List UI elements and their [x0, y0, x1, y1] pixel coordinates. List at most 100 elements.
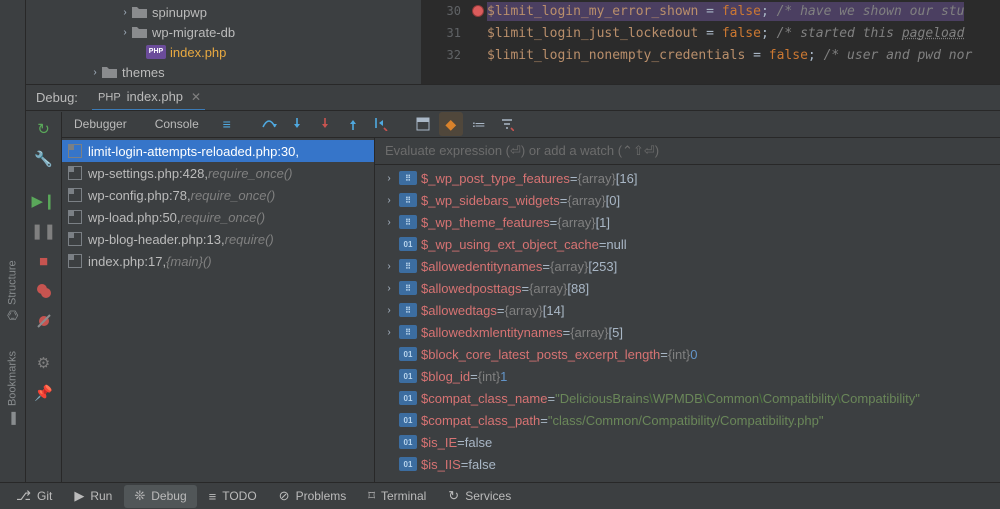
status-item-problems[interactable]: ⊘Problems [269, 485, 357, 508]
var-type-icon: ⠿ [399, 303, 417, 317]
bookmark-icon: ❚ [5, 411, 20, 426]
var-name: $allowedxmlentitynames [421, 325, 563, 340]
variable-row[interactable]: ›⠿$allowedxmlentitynames = {array} [5] [375, 321, 1000, 343]
expand-arrow-icon[interactable]: › [383, 261, 395, 272]
tab-debugger[interactable]: Debugger [62, 110, 139, 138]
mute-breakpoints-button[interactable] [30, 308, 58, 334]
variable-row[interactable]: 01$is_IE = false [375, 431, 1000, 453]
var-type-icon: 01 [399, 413, 417, 427]
project-item[interactable]: PHPindex.php [26, 42, 421, 62]
variable-row[interactable]: ›⠿$_wp_sidebars_widgets = {array} [0] [375, 189, 1000, 211]
variable-row[interactable]: ›⠿$allowedposttags = {array} [88] [375, 277, 1000, 299]
expand-arrow-icon[interactable]: › [383, 283, 395, 294]
frame-file: wp-config.php:78, [88, 188, 191, 203]
status-item-services[interactable]: ↻Services [438, 485, 521, 508]
code-editor[interactable]: 30$limit_login_my_error_shown = false; /… [421, 0, 1000, 84]
tab-console[interactable]: Console [143, 110, 211, 138]
stack-frame[interactable]: wp-settings.php:428, require_once() [62, 162, 374, 184]
expand-arrow-icon[interactable]: › [383, 305, 395, 316]
var-type: {array} [570, 325, 608, 340]
expand-arrow-icon[interactable]: › [383, 173, 395, 184]
structure-tool[interactable]: ⌬ Structure [5, 260, 20, 321]
stack-frame[interactable]: wp-config.php:78, require_once() [62, 184, 374, 206]
variable-row[interactable]: ›⠿$allowedtags = {array} [14] [375, 299, 1000, 321]
expand-arrow-icon[interactable]: › [383, 217, 395, 228]
bookmarks-tool[interactable]: ❚ Bookmarks [5, 351, 20, 426]
var-type: {array} [529, 281, 567, 296]
expand-arrow-icon[interactable]: › [383, 195, 395, 206]
services-icon: ↻ [448, 488, 459, 504]
expand-arrow-icon[interactable]: › [383, 327, 395, 338]
pin-button[interactable]: 📌 [30, 380, 58, 406]
var-name: $_wp_using_ext_object_cache [421, 237, 599, 252]
variable-row[interactable]: 01$_wp_using_ext_object_cache = null [375, 233, 1000, 255]
debug-file-tab[interactable]: PHP index.php ✕ [92, 85, 205, 111]
var-name: $blog_id [421, 369, 470, 384]
breakpoint-icon[interactable] [469, 5, 487, 17]
step-into-icon[interactable] [285, 112, 309, 136]
filter-settings-icon[interactable] [495, 112, 519, 136]
pause-button[interactable]: ❚❚ [30, 218, 58, 244]
resume-button[interactable]: ▶❙ [30, 188, 58, 214]
stop-button[interactable]: ■ [30, 248, 58, 274]
variable-row[interactable]: 01$blog_id = {int} 1 [375, 365, 1000, 387]
variable-row[interactable]: ›⠿$_wp_theme_features = {array} [1] [375, 211, 1000, 233]
var-name: $allowedposttags [421, 281, 521, 296]
stack-frame[interactable]: limit-login-attempts-reloaded.php:30, [62, 140, 374, 162]
var-count: [5] [609, 325, 623, 340]
var-value: false [468, 457, 495, 472]
code-line[interactable]: 31$limit_login_just_lockedout = false; /… [421, 22, 1000, 44]
variable-row[interactable]: 01$is_IIS = false [375, 453, 1000, 475]
frame-func: require_once() [181, 210, 266, 225]
variable-row[interactable]: 01$compat_class_name = "DeliciousBrains\… [375, 387, 1000, 409]
code-line[interactable]: 32$limit_login_nonempty_credentials = fa… [421, 44, 1000, 66]
view-breakpoints-button[interactable] [30, 278, 58, 304]
status-item-terminal[interactable]: ⌑Terminal [358, 485, 436, 508]
status-item-run[interactable]: ▶Run [64, 485, 122, 508]
frame-file: wp-blog-header.php:13, [88, 232, 225, 247]
var-type-icon: ⠿ [399, 325, 417, 339]
status-item-git[interactable]: ⎇Git [6, 485, 62, 508]
project-tree[interactable]: ›spinupwp›wp-migrate-dbPHPindex.php›them… [26, 0, 421, 84]
settings-button[interactable]: 🔧 [30, 146, 58, 172]
frame-func: require_once() [208, 166, 293, 181]
close-icon[interactable]: ✕ [191, 90, 201, 104]
run-to-cursor-icon[interactable] [369, 112, 393, 136]
variable-row[interactable]: ›⠿$_wp_post_type_features = {array} [16] [375, 167, 1000, 189]
list-icon[interactable]: ≔ [467, 112, 491, 136]
rerun-button[interactable]: ↻ [30, 116, 58, 142]
force-step-into-icon[interactable] [313, 112, 337, 136]
bookmarks-label: Bookmarks [7, 351, 19, 406]
evaluate-icon[interactable] [411, 112, 435, 136]
php-icon: PHP [146, 45, 166, 59]
variables-panel: Evaluate expression (⏎) or add a watch (… [375, 138, 1000, 509]
variable-row[interactable]: 01$compat_class_path = "class/Common/Com… [375, 409, 1000, 431]
stack-frame[interactable]: wp-load.php:50, require_once() [62, 206, 374, 228]
project-item-label: spinupwp [152, 5, 207, 20]
var-value: "DeliciousBrains\WPMDB\Common\Compatibil… [555, 391, 920, 406]
code-line[interactable]: 30$limit_login_my_error_shown = false; /… [421, 0, 1000, 22]
step-over-icon[interactable] [257, 112, 281, 136]
step-out-icon[interactable] [341, 112, 365, 136]
var-name: $_wp_post_type_features [421, 171, 570, 186]
project-item[interactable]: ›wp-migrate-db [26, 22, 421, 42]
stack-frame[interactable]: wp-blog-header.php:13, require() [62, 228, 374, 250]
variable-row[interactable]: 01$block_core_latest_posts_excerpt_lengt… [375, 343, 1000, 365]
status-bar: ⎇Git▶Run❊Debug≡TODO⊘Problems⌑Terminal↻Se… [0, 482, 1000, 509]
line-number: 30 [421, 4, 469, 18]
trace-icon[interactable]: ◆ [439, 112, 463, 136]
variable-row[interactable]: ›⠿$allowedentitynames = {array} [253] [375, 255, 1000, 277]
project-item[interactable]: ›themes [26, 62, 421, 82]
var-name: $is_IIS [421, 457, 461, 472]
status-label: Terminal [381, 489, 426, 503]
project-item[interactable]: ›spinupwp [26, 2, 421, 22]
status-item-debug[interactable]: ❊Debug [124, 485, 196, 508]
structure-label: Structure [7, 260, 19, 305]
stack-frame[interactable]: index.php:17, {main}() [62, 250, 374, 272]
threads-icon[interactable]: ≡ [215, 112, 239, 136]
var-name: $compat_class_path [421, 413, 540, 428]
var-type: {array} [557, 215, 595, 230]
more-settings-button[interactable]: ⚙ [30, 350, 58, 376]
status-item-todo[interactable]: ≡TODO [199, 485, 267, 508]
evaluate-input[interactable]: Evaluate expression (⏎) or add a watch (… [375, 138, 1000, 165]
